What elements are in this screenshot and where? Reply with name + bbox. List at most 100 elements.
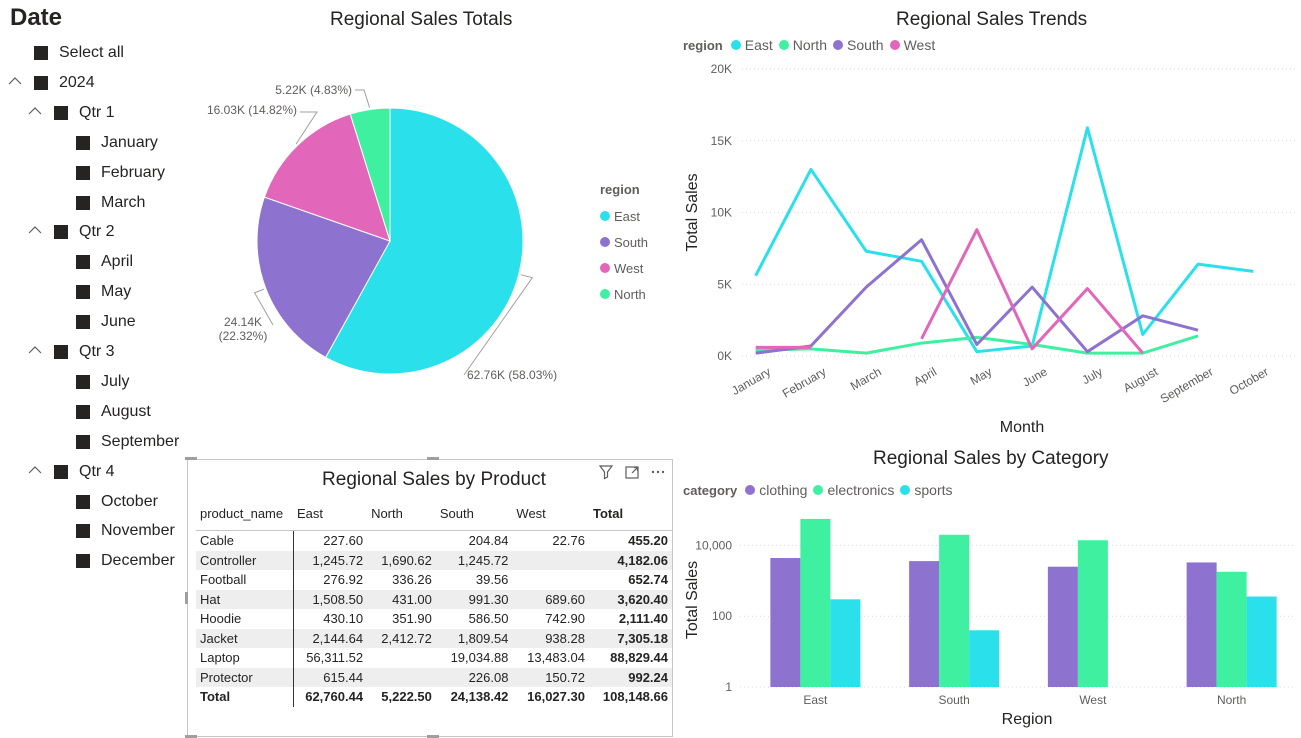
slicer-item-december[interactable]: December	[76, 550, 175, 572]
bar-legend-item-sports[interactable]: sports	[900, 482, 953, 498]
checkbox[interactable]	[54, 345, 68, 359]
table-cell: 652.74	[628, 572, 668, 588]
slicer-item-september[interactable]: September	[76, 431, 179, 453]
pie-legend-item-west[interactable]: West	[600, 255, 648, 281]
slicer-item-november[interactable]: November	[76, 520, 175, 542]
bar-electronics-west[interactable]	[1077, 540, 1108, 687]
table-row[interactable]: Laptop 56,311.52 19,034.88 13,483.04 88,829.…	[196, 648, 672, 668]
x-tick-label: East	[803, 693, 828, 707]
bar-clothing-north[interactable]	[1186, 562, 1217, 687]
table-cell: 1,508.50	[293, 589, 368, 609]
slicer-item-qtr-1[interactable]: Qtr 1	[28, 102, 115, 124]
resize-handle[interactable]	[427, 457, 439, 460]
y-axis-title: Total Sales	[684, 173, 701, 251]
chevron-up-icon[interactable]	[28, 465, 42, 475]
row-label: Protector	[196, 667, 294, 687]
checkbox[interactable]	[76, 255, 90, 270]
slicer-item-select-all[interactable]: Select all	[34, 42, 124, 64]
line-series-east[interactable]	[754, 126, 1254, 354]
bar-electronics-north[interactable]	[1216, 571, 1247, 687]
resize-handle[interactable]	[185, 592, 188, 604]
trend-legend-item-north[interactable]: North	[778, 37, 827, 53]
line-series-west[interactable]	[920, 228, 1144, 355]
slicer-item-february[interactable]: February	[76, 162, 165, 184]
checkbox[interactable]	[76, 524, 90, 539]
slicer-item-june[interactable]: June	[76, 311, 136, 333]
table-row[interactable]: Protector 615.44 226.08 150.72 992.24	[196, 667, 672, 687]
checkbox[interactable]	[76, 374, 90, 389]
slicer-item-2024[interactable]: 2024	[8, 72, 95, 94]
bar-legend-item-electronics[interactable]: electronics	[813, 482, 894, 498]
slicer-item-qtr-3[interactable]: Qtr 3	[28, 341, 115, 363]
column-header-total[interactable]: Total	[588, 496, 672, 531]
row-label: Football	[196, 570, 294, 590]
column-header-west[interactable]: West	[512, 496, 589, 531]
slicer-item-may[interactable]: May	[76, 281, 131, 303]
bar-sports-east[interactable]	[830, 599, 861, 687]
table-cell: 150.72	[512, 667, 589, 687]
pie-legend-item-south[interactable]: South	[600, 229, 648, 255]
checkbox[interactable]	[76, 315, 90, 330]
checkbox[interactable]	[54, 105, 68, 120]
column-header-product-name[interactable]: product_name	[196, 496, 293, 531]
table-row[interactable]: Hoodie 430.10 351.90 586.50 742.90 2,111.40	[196, 609, 672, 629]
slicer-item-october[interactable]: October	[76, 491, 158, 513]
bar-sports-north[interactable]	[1246, 596, 1277, 687]
more-options-icon[interactable]	[650, 464, 666, 485]
column-header-east[interactable]: East	[293, 496, 368, 531]
trend-legend-item-west[interactable]: West	[889, 37, 935, 53]
chevron-up-icon[interactable]	[8, 76, 22, 86]
slicer-item-qtr-4[interactable]: Qtr 4	[28, 461, 115, 483]
checkbox[interactable]	[76, 195, 90, 210]
bar-legend-item-clothing[interactable]: clothing	[745, 482, 807, 498]
bar-sports-south[interactable]	[969, 630, 1000, 687]
slicer-item-july[interactable]: July	[76, 371, 129, 393]
checkbox[interactable]	[54, 225, 68, 240]
bar-electronics-south[interactable]	[939, 534, 970, 687]
checkbox[interactable]	[76, 434, 90, 449]
checkbox[interactable]	[76, 494, 90, 509]
pie-data-label: 5.22K (4.83%)	[275, 83, 352, 97]
trend-legend: region East North South West	[683, 37, 941, 53]
trend-legend-item-south[interactable]: South	[832, 37, 884, 53]
table-cell	[367, 531, 436, 551]
resize-handle[interactable]	[185, 457, 197, 460]
pie-legend-item-east[interactable]: East	[600, 203, 648, 229]
total-row[interactable]: Total 62,760.44 5,222.50 24,138.42 16,027.30…	[196, 687, 672, 707]
table-cell: 1,245.72	[435, 550, 513, 570]
bar-clothing-east[interactable]	[770, 558, 801, 687]
bar-clothing-south[interactable]	[909, 561, 940, 687]
column-header-north[interactable]: North	[367, 496, 436, 531]
filter-icon[interactable]	[598, 464, 614, 485]
table-row[interactable]: Controller 1,245.72 1,690.62 1,245.72 4,182.…	[196, 550, 672, 570]
legend-label: South	[614, 234, 648, 250]
checkbox[interactable]	[76, 135, 90, 150]
checkbox[interactable]	[54, 464, 68, 479]
checkbox[interactable]	[34, 75, 48, 90]
table-row[interactable]: Cable 227.60 204.84 22.76 455.20	[196, 530, 672, 551]
checkbox[interactable]	[76, 285, 90, 300]
chevron-up-icon[interactable]	[28, 225, 42, 235]
table-row[interactable]: Jacket 2,144.64 2,412.72 1,809.54 938.28 7,30…	[196, 628, 672, 648]
focus-mode-icon[interactable]	[624, 464, 640, 485]
slicer-item-august[interactable]: August	[76, 401, 151, 423]
checkbox[interactable]	[76, 554, 90, 569]
bar-legend: category clothing electronics sports	[683, 482, 959, 498]
chevron-up-icon[interactable]	[28, 106, 42, 116]
slicer-item-march[interactable]: March	[76, 192, 145, 214]
slicer-title: Date	[10, 4, 63, 31]
table-row[interactable]: Hat 1,508.50 431.00 991.30 689.60 3,620.40	[196, 589, 672, 609]
slicer-item-april[interactable]: April	[76, 251, 133, 273]
pie-legend-item-north[interactable]: North	[600, 281, 648, 307]
trend-legend-item-east[interactable]: East	[730, 37, 773, 53]
checkbox[interactable]	[76, 165, 90, 180]
checkbox[interactable]	[34, 46, 48, 60]
chevron-up-icon[interactable]	[28, 345, 42, 355]
bar-electronics-east[interactable]	[800, 518, 831, 687]
slicer-item-january[interactable]: January	[76, 132, 158, 154]
column-header-south[interactable]: South	[435, 496, 513, 531]
checkbox[interactable]	[76, 404, 90, 419]
slicer-item-qtr-2[interactable]: Qtr 2	[28, 221, 115, 243]
bar-clothing-west[interactable]	[1047, 566, 1078, 687]
table-row[interactable]: Football 276.92 336.26 39.56 652.74	[196, 570, 672, 590]
